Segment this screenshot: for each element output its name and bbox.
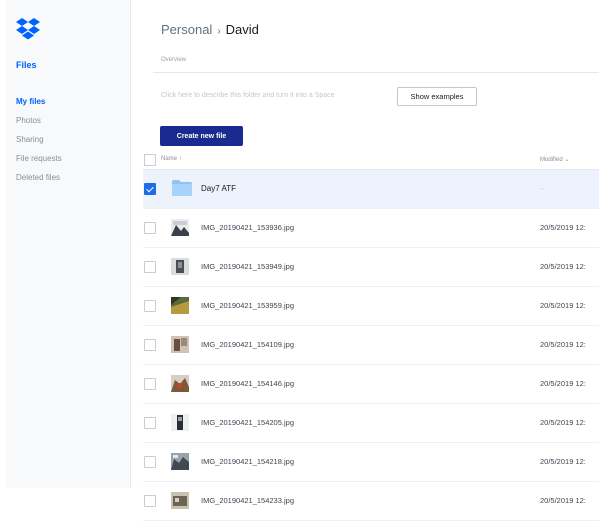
file-modified: 20/5/2019 12: xyxy=(540,262,586,271)
file-name[interactable]: IMG_20190421_154109.jpg xyxy=(201,340,294,349)
row-checkbox[interactable] xyxy=(144,378,156,390)
files-heading[interactable]: Files xyxy=(16,60,37,70)
row-checkbox[interactable] xyxy=(144,417,156,429)
sidebar-item-my-files[interactable]: My files xyxy=(16,96,62,115)
file-list: Day7 ATF -- IMG_20190421_153936.jpg 20/5… xyxy=(143,170,599,521)
file-modified: -- xyxy=(540,184,545,193)
modified-column-header[interactable]: Modified ⌄ xyxy=(540,156,569,163)
name-column-header[interactable]: Name ↑ xyxy=(161,156,182,162)
image-thumbnail-icon xyxy=(171,219,189,236)
create-new-file-button[interactable]: Create new file xyxy=(160,126,243,146)
select-all-checkbox[interactable] xyxy=(144,154,156,166)
file-modified: 20/5/2019 12: xyxy=(540,301,586,310)
table-row[interactable]: IMG_20190421_153936.jpg 20/5/2019 12: xyxy=(143,209,599,248)
image-thumbnail-icon xyxy=(171,336,189,353)
file-name[interactable]: IMG_20190421_153959.jpg xyxy=(201,301,294,310)
image-thumbnail-icon xyxy=(171,258,189,275)
file-modified: 20/5/2019 12: xyxy=(540,418,586,427)
image-thumbnail-icon xyxy=(171,375,189,392)
image-thumbnail-icon xyxy=(171,414,189,431)
show-examples-button[interactable]: Show examples xyxy=(397,87,477,106)
file-modified: 20/5/2019 12: xyxy=(540,340,586,349)
file-list-header: Name ↑ Modified ⌄ xyxy=(143,151,599,170)
table-row[interactable]: IMG_20190421_154146.jpg 20/5/2019 12: xyxy=(143,365,599,404)
row-checkbox[interactable] xyxy=(144,339,156,351)
overview-label[interactable]: Overview xyxy=(161,57,186,63)
file-name[interactable]: Day7 ATF xyxy=(201,184,236,193)
row-checkbox[interactable] xyxy=(144,495,156,507)
file-name[interactable]: IMG_20190421_154218.jpg xyxy=(201,457,294,466)
sidebar-item-photos[interactable]: Photos xyxy=(16,115,62,134)
file-name[interactable]: IMG_20190421_154205.jpg xyxy=(201,418,294,427)
file-modified: 20/5/2019 12: xyxy=(540,496,586,505)
file-name[interactable]: IMG_20190421_154233.jpg xyxy=(201,496,294,505)
main-content: Personal › David Overview Click here to de… xyxy=(131,0,599,521)
breadcrumb-current: David xyxy=(225,22,259,37)
sidebar-nav: My files Photos Sharing File requests De… xyxy=(16,96,62,191)
file-name[interactable]: IMG_20190421_153936.jpg xyxy=(201,223,294,232)
table-row[interactable]: IMG_20190421_154109.jpg 20/5/2019 12: xyxy=(143,326,599,365)
row-checkbox[interactable] xyxy=(144,183,156,195)
breadcrumb: Personal › David xyxy=(161,22,259,37)
overview-divider xyxy=(153,72,599,73)
table-row[interactable]: IMG_20190421_154205.jpg 20/5/2019 12: xyxy=(143,404,599,443)
image-thumbnail-icon xyxy=(171,492,189,509)
image-thumbnail-icon xyxy=(171,297,189,314)
sidebar: Files My files Photos Sharing File reque… xyxy=(6,0,131,488)
breadcrumb-parent[interactable]: Personal xyxy=(161,22,212,37)
sidebar-item-file-requests[interactable]: File requests xyxy=(16,153,62,172)
sidebar-item-sharing[interactable]: Sharing xyxy=(16,134,62,153)
file-modified: 20/5/2019 12: xyxy=(540,457,586,466)
table-row[interactable]: Day7 ATF -- xyxy=(143,170,599,209)
row-checkbox[interactable] xyxy=(144,261,156,273)
table-row[interactable]: IMG_20190421_153949.jpg 20/5/2019 12: xyxy=(143,248,599,287)
image-thumbnail-icon xyxy=(171,453,189,470)
file-modified: 20/5/2019 12: xyxy=(540,379,586,388)
dropbox-logo-icon[interactable] xyxy=(16,18,40,40)
file-modified: 20/5/2019 12: xyxy=(540,223,586,232)
row-checkbox[interactable] xyxy=(144,300,156,312)
folder-description-placeholder[interactable]: Click here to describe this folder and t… xyxy=(161,92,335,99)
folder-icon xyxy=(172,180,192,196)
sidebar-item-deleted-files[interactable]: Deleted files xyxy=(16,172,62,191)
breadcrumb-separator: › xyxy=(217,26,221,37)
row-checkbox[interactable] xyxy=(144,456,156,468)
row-checkbox[interactable] xyxy=(144,222,156,234)
file-name[interactable]: IMG_20190421_154146.jpg xyxy=(201,379,294,388)
table-row[interactable]: IMG_20190421_153959.jpg 20/5/2019 12: xyxy=(143,287,599,326)
file-name[interactable]: IMG_20190421_153949.jpg xyxy=(201,262,294,271)
table-row[interactable]: IMG_20190421_154218.jpg 20/5/2019 12: xyxy=(143,443,599,482)
